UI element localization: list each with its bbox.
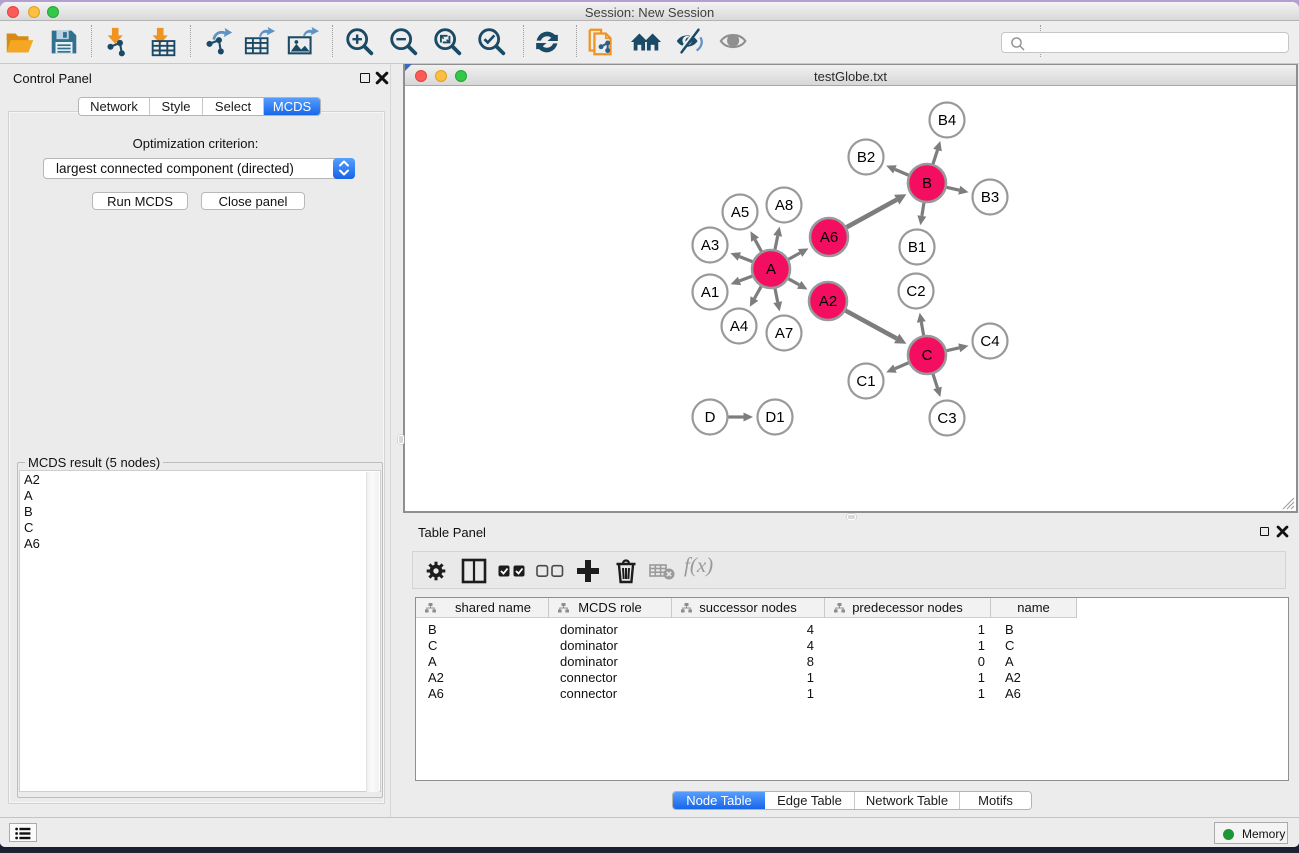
- svg-text:B2: B2: [857, 149, 875, 166]
- svg-text:A8: A8: [775, 197, 793, 214]
- svg-text:A3: A3: [701, 237, 719, 254]
- svg-text:A1: A1: [701, 284, 719, 301]
- svg-text:A6: A6: [820, 229, 838, 246]
- svg-text:C2: C2: [906, 283, 925, 300]
- svg-text:A: A: [766, 261, 776, 278]
- svg-text:C: C: [922, 347, 933, 364]
- svg-text:B3: B3: [981, 189, 999, 206]
- svg-text:B1: B1: [908, 239, 926, 256]
- svg-text:B: B: [922, 175, 932, 192]
- svg-text:A4: A4: [730, 318, 748, 335]
- svg-text:C1: C1: [856, 373, 875, 390]
- svg-text:A2: A2: [819, 293, 837, 310]
- svg-text:A7: A7: [775, 325, 793, 342]
- svg-text:C4: C4: [980, 333, 999, 350]
- svg-text:D1: D1: [765, 409, 784, 426]
- svg-text:C3: C3: [937, 410, 956, 427]
- svg-text:D: D: [705, 409, 716, 426]
- svg-text:B4: B4: [938, 112, 956, 129]
- svg-text:A5: A5: [731, 204, 749, 221]
